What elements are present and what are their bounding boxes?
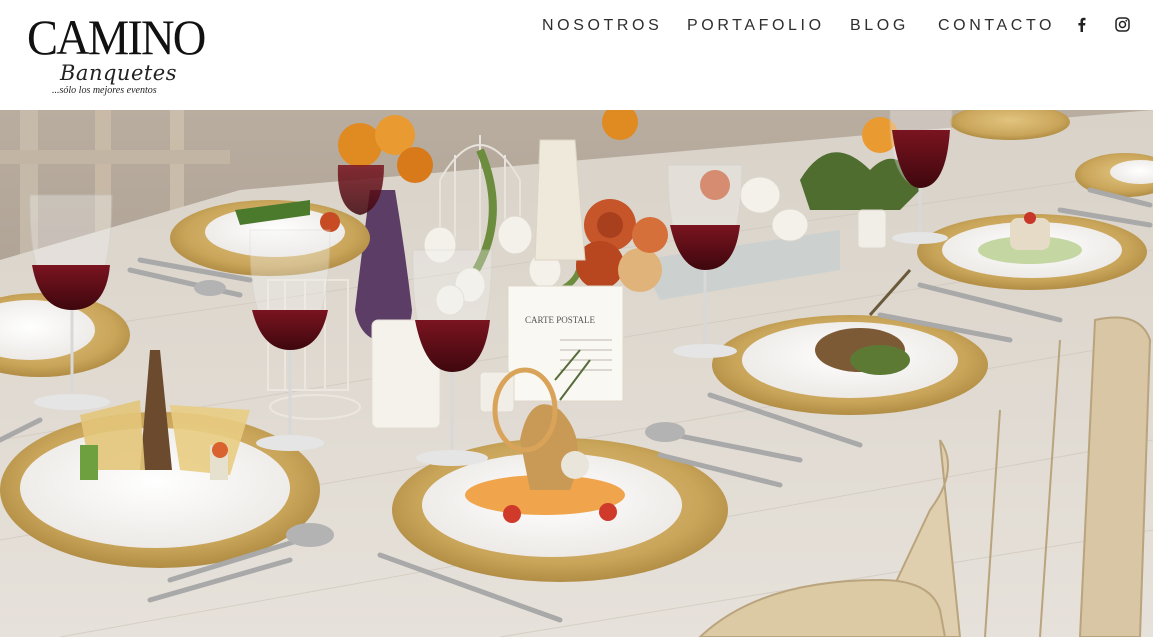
- hero-image: CARTE POSTALE: [0, 110, 1153, 637]
- nav-link-blog[interactable]: BLOG: [850, 16, 909, 36]
- logo-wordmark: CAMINO: [27, 9, 206, 65]
- nav-link-nosotros[interactable]: NOSOTROS: [542, 16, 662, 36]
- nav-link-contacto[interactable]: CONTACTO: [938, 16, 1055, 36]
- logo[interactable]: CAMINO Banquetes ...sólo los mejores eve…: [27, 10, 212, 98]
- site-header: CAMINO Banquetes ...sólo los mejores eve…: [0, 0, 1153, 110]
- instagram-icon[interactable]: [1114, 15, 1130, 33]
- logo-tagline: ...sólo los mejores eventos: [52, 85, 157, 96]
- logo-script: Banquetes: [60, 61, 178, 85]
- nav-link-portafolio[interactable]: PORTAFOLIO: [687, 16, 825, 36]
- hero-banner: CARTE POSTALE: [0, 110, 1153, 637]
- postcard-text: CARTE POSTALE: [525, 315, 595, 325]
- facebook-icon[interactable]: [1073, 15, 1089, 33]
